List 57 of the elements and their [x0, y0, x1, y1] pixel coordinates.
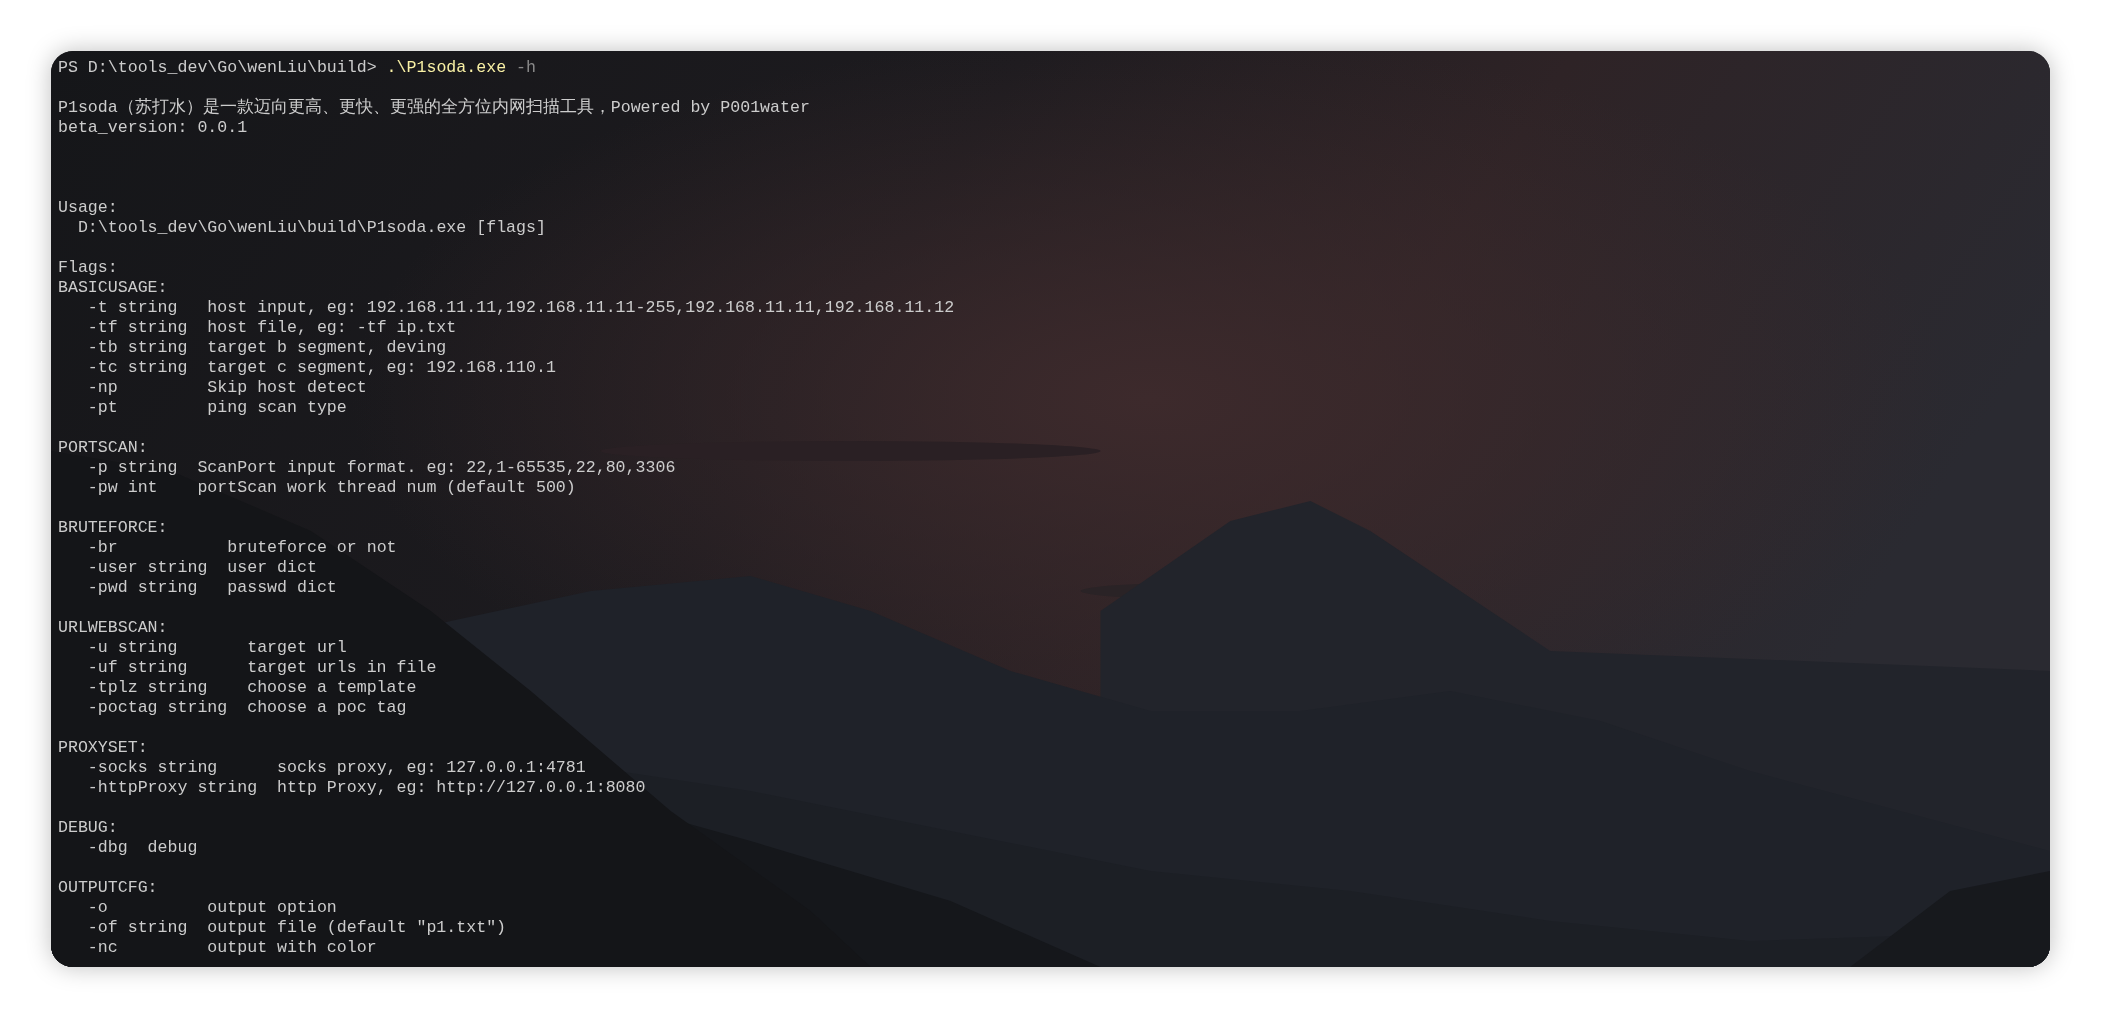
flag-description: choose a template [247, 678, 417, 698]
flag-name: -tb string [87, 338, 188, 357]
flag-name: -tc string [87, 358, 188, 377]
section-heading: PROXYSET: [58, 738, 148, 757]
flag-name: -tplz string [87, 678, 208, 697]
flag-description: socks proxy, eg: 127.0.0.1:4781 [277, 758, 586, 778]
command-text: .\P1soda.exe [386, 58, 507, 78]
flag-description: output with color [207, 938, 377, 958]
flag-name: -t string [87, 298, 178, 317]
section-heading: BASICUSAGE: [58, 278, 168, 297]
flag-description: http Proxy, eg: http://127.0.0.1:8080 [277, 778, 646, 798]
prompt-path: PS D:\tools_dev\Go\wenLiu\build> [58, 58, 377, 78]
section-heading: BRUTEFORCE: [58, 518, 168, 537]
flag-description: debug [147, 838, 198, 858]
flag-name: -of string [87, 918, 188, 937]
flag-name: -pt [87, 398, 118, 417]
output-line: Flags: [58, 258, 118, 277]
section-heading: URLWEBSCAN: [58, 618, 168, 637]
flag-name: -u string [87, 638, 178, 657]
flag-name: -uf string [87, 658, 188, 677]
flag-description: passwd dict [227, 578, 337, 598]
flag-description: choose a poc tag [247, 698, 407, 718]
output-line: beta_version: 0.0.1 [58, 118, 248, 137]
flag-description: output option [207, 898, 337, 918]
flag-name: -pwd string [87, 578, 198, 597]
flag-name: -np [87, 378, 118, 397]
output-line: D:\tools_dev\Go\wenLiu\build\P1soda.exe [flags] [77, 218, 546, 237]
flag-name: -poctag string [87, 698, 228, 717]
flag-description: user dict [227, 558, 317, 578]
output-line: P1soda（苏打水）是一款迈向更高、更快、更强的全方位内网扫描工具，Powered by P001water [58, 98, 810, 117]
flag-name: -p string [87, 458, 178, 477]
flag-description: target b segment, deving [207, 338, 447, 358]
flag-description: target c segment, eg: 192.168.110.1 [207, 358, 556, 378]
flag-name: -dbg [87, 838, 128, 857]
flag-name: -o [87, 898, 108, 917]
flag-description: ping scan type [207, 398, 347, 418]
flag-description: host file, eg: -tf ip.txt [207, 318, 457, 338]
flag-description: target url [247, 638, 347, 658]
flag-name: -pw int [87, 478, 158, 497]
section-heading: DEBUG: [58, 818, 118, 837]
command-argument: -h [516, 58, 536, 78]
flag-name: -socks string [87, 758, 218, 777]
flag-description: bruteforce or not [227, 538, 397, 558]
flag-name: -user string [87, 558, 208, 577]
output-line: Usage: [58, 198, 118, 217]
flag-description: target urls in file [247, 658, 437, 678]
flag-name: -br [87, 538, 118, 557]
flag-name: -nc [87, 938, 118, 957]
flag-description: portScan work thread num (default 500) [197, 478, 576, 498]
flag-description: output file (default "p1.txt") [207, 918, 507, 938]
section-heading: OUTPUTCFG: [58, 878, 158, 897]
section-heading: PORTSCAN: [58, 438, 148, 457]
flag-name: -tf string [87, 318, 188, 337]
flag-description: host input, eg: 192.168.11.11,192.168.11.11-255,192.168.11.11,192.168.11.12 [207, 298, 955, 318]
flag-description: Skip host detect [207, 378, 367, 398]
flag-description: ScanPort input format. eg: 22,1-65535,22,80,3306 [197, 458, 676, 478]
flag-name: -httpProxy string [87, 778, 258, 797]
